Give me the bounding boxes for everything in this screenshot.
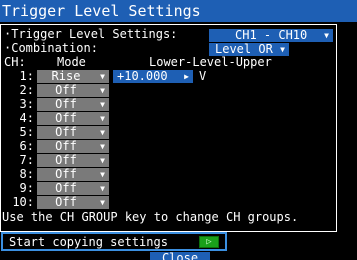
dropdown-arrow-icon: ▼ (280, 45, 285, 54)
channel-label: 4: (19, 111, 34, 125)
channel-mode-select[interactable]: Off ▼ (37, 196, 109, 209)
trigger-level-settings-label: ·Trigger Level Settings: (4, 27, 178, 41)
combination-label: ·Combination: (4, 41, 98, 55)
channel-label: 5: (19, 125, 34, 139)
dropdown-arrow-icon: ▼ (100, 142, 105, 151)
start-copy-button[interactable]: ▷ (199, 236, 219, 248)
dropdown-arrow-icon: ▼ (100, 100, 105, 109)
trigger-range-value: CH1 - CH10 (235, 28, 308, 42)
channel-mode-select[interactable]: Off ▼ (37, 126, 109, 139)
dropdown-arrow-icon: ▼ (324, 31, 329, 40)
scrollbar[interactable] (341, 24, 357, 232)
channel-label: 1: (19, 69, 34, 83)
channel-mode-select[interactable]: Off ▼ (37, 112, 109, 125)
level-value: +10.000 (117, 69, 168, 83)
right-arrow-icon: ▶ (184, 72, 189, 81)
dropdown-arrow-icon: ▼ (100, 170, 105, 179)
ch-column-header: CH: (4, 55, 26, 69)
channel-label: 2: (19, 83, 34, 97)
channel-mode-select[interactable]: Off ▼ (37, 168, 109, 181)
dropdown-arrow-icon: ▼ (100, 156, 105, 165)
channel-mode-value: Off (55, 181, 77, 195)
dropdown-arrow-icon: ▼ (100, 114, 105, 123)
channel-label: 8: (19, 167, 34, 181)
channel-mode-select[interactable]: Off ▼ (37, 154, 109, 167)
mode-column-header: Mode (57, 55, 86, 69)
channel-mode-value: Off (55, 83, 77, 97)
channel-mode-select[interactable]: Rise ▼ (37, 70, 109, 83)
close-button[interactable]: Close (150, 252, 210, 260)
level-value-field[interactable]: +10.000 ▶ (113, 70, 193, 83)
dropdown-arrow-icon: ▼ (100, 198, 105, 207)
settings-panel: ·Trigger Level Settings: CH1 - CH10 ▼ ·C… (0, 24, 337, 232)
channel-mode-value: Off (55, 125, 77, 139)
play-icon: ▷ (206, 237, 212, 247)
copy-settings-label: Start copying settings (9, 235, 168, 249)
dropdown-arrow-icon: ▼ (100, 128, 105, 137)
dropdown-arrow-icon: ▼ (100, 72, 105, 81)
channel-label: 3: (19, 97, 34, 111)
dropdown-arrow-icon: ▼ (100, 86, 105, 95)
channel-label: 7: (19, 153, 34, 167)
ch-group-hint: Use the CH GROUP key to change CH groups… (2, 210, 299, 224)
channel-label: 10: (12, 195, 34, 209)
window-title: Trigger Level Settings (0, 0, 357, 22)
combination-value: Level OR (215, 42, 273, 56)
channel-mode-value: Off (55, 139, 77, 153)
level-unit: V (199, 69, 207, 83)
channel-mode-select[interactable]: Off ▼ (37, 98, 109, 111)
channel-mode-value: Off (55, 153, 77, 167)
trigger-range-select[interactable]: CH1 - CH10 ▼ (209, 29, 333, 42)
channel-mode-value: Off (55, 111, 77, 125)
copy-settings-row[interactable]: Start copying settings ▷ (1, 232, 227, 251)
dropdown-arrow-icon: ▼ (100, 184, 105, 193)
trigger-settings-screen: Trigger Level Settings ·Trigger Level Se… (0, 0, 357, 260)
channel-mode-select[interactable]: Off ▼ (37, 140, 109, 153)
channel-mode-value: Off (55, 167, 77, 181)
channel-mode-value: Off (55, 97, 77, 111)
channel-mode-select[interactable]: Off ▼ (37, 84, 109, 97)
channel-label: 6: (19, 139, 34, 153)
channel-label: 9: (19, 181, 34, 195)
level-column-header: Lower-Level-Upper (149, 55, 272, 69)
channel-mode-select[interactable]: Off ▼ (37, 182, 109, 195)
channel-mode-value: Off (55, 195, 77, 209)
channel-mode-value: Rise (51, 69, 81, 83)
